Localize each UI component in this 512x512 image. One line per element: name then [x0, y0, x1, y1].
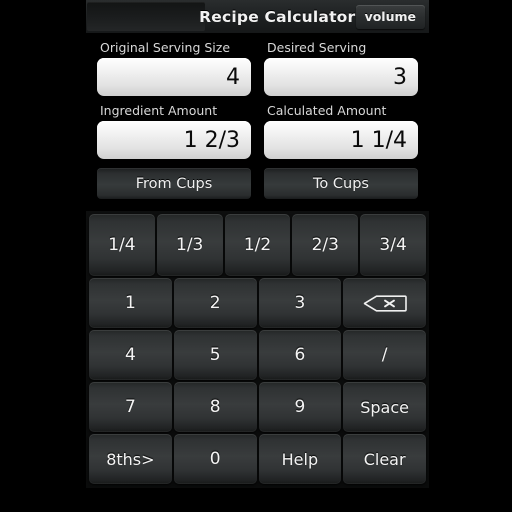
title-bar: Recipe Calculator volume — [86, 0, 429, 33]
original-serving-size-field: Original Serving Size 4 — [97, 38, 251, 96]
key-1[interactable]: 1 — [89, 278, 172, 328]
key-fraction-1-2[interactable]: 1/2 — [224, 214, 291, 276]
key-fraction-1-3[interactable]: 1/3 — [156, 214, 223, 276]
key-7[interactable]: 7 — [89, 382, 172, 432]
calculated-amount-label: Calculated Amount — [267, 103, 387, 118]
keypad-row-2: 4 5 6 / — [88, 329, 427, 381]
from-cups-button[interactable]: From Cups — [97, 168, 251, 199]
key-6[interactable]: 6 — [258, 330, 342, 380]
key-fraction-3-4[interactable]: 3/4 — [360, 214, 426, 276]
key-3[interactable]: 3 — [258, 278, 342, 328]
key-space[interactable]: Space — [343, 382, 426, 432]
desired-serving-input[interactable]: 3 — [264, 58, 418, 96]
key-fraction-1-4[interactable]: 1/4 — [89, 214, 155, 276]
serving-size-row: Original Serving Size 4 Desired Serving … — [86, 33, 429, 96]
original-serving-size-label: Original Serving Size — [100, 40, 231, 55]
desired-serving-field: Desired Serving 3 — [264, 38, 418, 96]
key-slash[interactable]: / — [343, 330, 426, 380]
key-2[interactable]: 2 — [173, 278, 257, 328]
ingredient-amount-input[interactable]: 1 2/3 — [97, 121, 251, 159]
original-serving-size-input[interactable]: 4 — [97, 58, 251, 96]
to-cups-button[interactable]: To Cups — [264, 168, 418, 199]
volume-button[interactable]: volume — [355, 4, 425, 29]
calculated-amount-input[interactable]: 1 1/4 — [264, 121, 418, 159]
keypad-row-3: 7 8 9 Space — [88, 381, 427, 433]
form-area: Original Serving Size 4 Desired Serving … — [86, 33, 429, 199]
ingredient-amount-label: Ingredient Amount — [100, 103, 218, 118]
desired-serving-label: Desired Serving — [267, 40, 367, 55]
key-9[interactable]: 9 — [258, 382, 342, 432]
key-fraction-2-3[interactable]: 2/3 — [292, 214, 359, 276]
keypad: 1/4 1/3 1/2 2/3 3/4 1 2 3 4 5 6 / 7 8 9 … — [86, 211, 429, 488]
key-backspace[interactable] — [343, 278, 426, 328]
key-help[interactable]: Help — [258, 434, 342, 484]
keypad-row-4: 8ths> 0 Help Clear — [88, 433, 427, 485]
keypad-row-1: 1 2 3 — [88, 277, 427, 329]
key-8[interactable]: 8 — [173, 382, 257, 432]
calculated-amount-field: Calculated Amount 1 1/4 — [264, 101, 418, 159]
key-5[interactable]: 5 — [173, 330, 257, 380]
key-0[interactable]: 0 — [173, 434, 257, 484]
app-screen: Recipe Calculator volume Original Servin… — [0, 0, 512, 512]
amount-row: Ingredient Amount 1 2/3 Calculated Amoun… — [86, 96, 429, 159]
backspace-icon — [363, 294, 407, 312]
titlebar-left-button[interactable] — [87, 2, 205, 31]
key-clear[interactable]: Clear — [343, 434, 426, 484]
key-8ths[interactable]: 8ths> — [89, 434, 172, 484]
app-title: Recipe Calculator — [199, 7, 356, 26]
cups-conversion-row: From Cups To Cups — [86, 159, 429, 199]
ingredient-amount-field: Ingredient Amount 1 2/3 — [97, 101, 251, 159]
key-4[interactable]: 4 — [89, 330, 172, 380]
keypad-fraction-row: 1/4 1/3 1/2 2/3 3/4 — [88, 213, 427, 277]
